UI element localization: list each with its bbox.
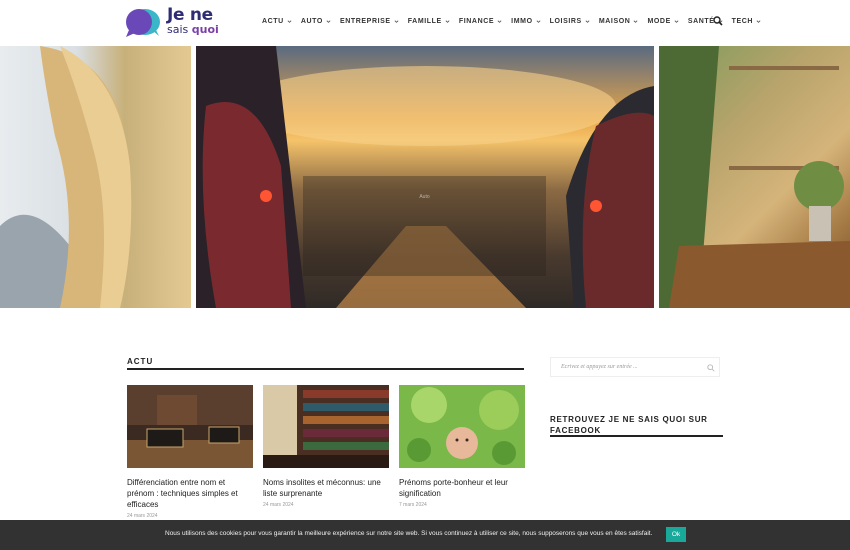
cookie-banner: Nous utilisons des cookies pour vous gar… bbox=[0, 520, 850, 550]
hero-category-label[interactable]: Auto bbox=[303, 194, 546, 200]
hero-overlay-caption[interactable]: Auto bbox=[303, 176, 546, 276]
nav-item-tech[interactable]: TECH bbox=[732, 14, 761, 28]
logo-speech-bubbles-icon bbox=[126, 9, 160, 37]
sidebar-divider bbox=[550, 435, 723, 437]
nav-item-actu[interactable]: ACTU bbox=[262, 14, 292, 28]
chevron-down-icon bbox=[674, 19, 679, 23]
article-title[interactable]: Prénoms porte-bonheur et leur significat… bbox=[399, 477, 525, 499]
cookie-message: Nous utilisons des cookies pour vous gar… bbox=[165, 530, 653, 537]
hero-slide-interior-image[interactable] bbox=[659, 46, 850, 308]
article-image-baby-clover[interactable] bbox=[399, 385, 525, 468]
hero-slide-woman-image[interactable] bbox=[0, 46, 191, 308]
nav-item-loisirs[interactable]: LOISIRS bbox=[550, 14, 590, 28]
article-date: 7 mars 2024 bbox=[399, 502, 427, 508]
logo-text-quoi: quoi bbox=[191, 23, 219, 36]
nav-item-maison[interactable]: MAISON bbox=[599, 14, 639, 28]
nav-item-famille[interactable]: FAMILLE bbox=[408, 14, 450, 28]
article-image-nameplate[interactable] bbox=[127, 385, 253, 468]
hero-slider[interactable]: Auto bbox=[0, 46, 850, 308]
article-card-3[interactable]: Prénoms porte-bonheur et leur significat… bbox=[399, 385, 525, 508]
article-title[interactable]: Différenciation entre nom et prénom : te… bbox=[127, 477, 253, 510]
article-date: 24 mars 2024 bbox=[127, 513, 158, 519]
chevron-down-icon bbox=[536, 19, 541, 23]
woman-hair-illustration bbox=[0, 46, 132, 308]
nav-item-auto[interactable]: AUTO bbox=[301, 14, 331, 28]
nav-item-immo[interactable]: IMMO bbox=[511, 14, 541, 28]
article-title[interactable]: Noms insolites et méconnus: une liste su… bbox=[263, 477, 389, 499]
article-card-1[interactable]: Différenciation entre nom et prénom : te… bbox=[127, 385, 253, 519]
section-title-actu: ACTU bbox=[127, 357, 154, 366]
site-header: Je ne sais quoi ACTU AUTO ENTREPRISE FAM… bbox=[0, 0, 850, 46]
logo-text-sais: sais bbox=[167, 23, 192, 36]
logo-text-line1: Je ne bbox=[167, 5, 213, 25]
nav-item-finance[interactable]: FINANCE bbox=[459, 14, 502, 28]
chevron-down-icon bbox=[445, 19, 450, 23]
site-logo[interactable]: Je ne sais quoi bbox=[125, 7, 225, 39]
chevron-down-icon bbox=[585, 19, 590, 23]
sidebar-facebook-title: RETROUVEZ JE NE SAIS QUOI SUR FACEBOOK bbox=[550, 415, 708, 435]
article-image-library[interactable] bbox=[263, 385, 389, 468]
chevron-down-icon bbox=[394, 19, 399, 23]
chevron-down-icon bbox=[326, 19, 331, 23]
nav-item-mode[interactable]: MODE bbox=[647, 14, 679, 28]
chevron-down-icon bbox=[497, 19, 502, 23]
plants-interior-illustration bbox=[659, 46, 850, 308]
chevron-down-icon bbox=[756, 19, 761, 23]
sidebar-search-input[interactable]: Ecrivez et appuyez sur entrée ... bbox=[561, 364, 638, 370]
chevron-down-icon bbox=[287, 19, 292, 23]
search-icon[interactable] bbox=[713, 16, 723, 26]
main-nav: ACTU AUTO ENTREPRISE FAMILLE FINANCE IMM… bbox=[262, 14, 770, 28]
sidebar-search-box[interactable]: Ecrivez et appuyez sur entrée ... bbox=[550, 357, 720, 377]
section-divider bbox=[127, 368, 524, 370]
cookie-accept-button[interactable]: Ok bbox=[666, 527, 686, 542]
search-icon[interactable] bbox=[707, 364, 715, 372]
nav-item-entreprise[interactable]: ENTREPRISE bbox=[340, 14, 399, 28]
chevron-down-icon bbox=[633, 19, 638, 23]
article-card-2[interactable]: Noms insolites et méconnus: une liste su… bbox=[263, 385, 389, 508]
article-date: 24 mars 2024 bbox=[263, 502, 294, 508]
